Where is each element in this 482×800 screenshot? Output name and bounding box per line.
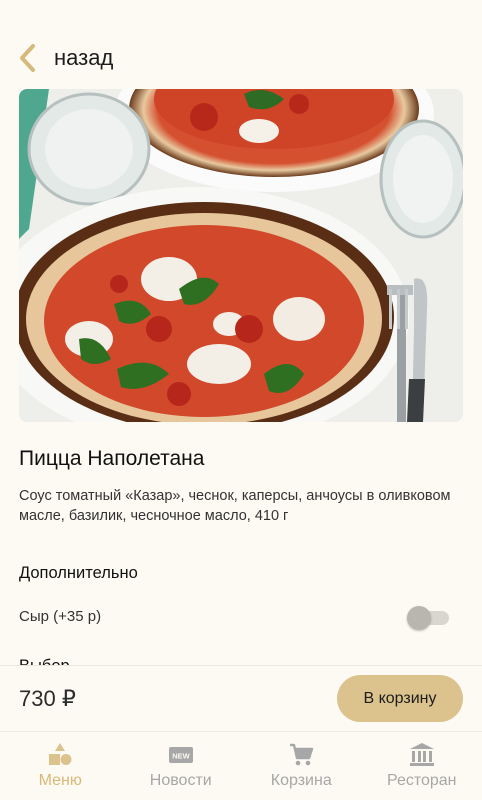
extras-section-title: Дополнительно <box>19 564 138 582</box>
product-photo <box>19 89 463 422</box>
nav-label: Корзина <box>270 772 332 789</box>
nav-item-menu[interactable]: Меню <box>0 732 121 800</box>
bottom-nav: Меню NEW Новости Корзина Ресторан <box>0 731 482 800</box>
nav-label: Ресторан <box>386 772 457 789</box>
nav-label: Новости <box>149 772 212 789</box>
cart-icon <box>290 743 314 766</box>
add-to-cart-button[interactable]: В корзину <box>337 675 463 722</box>
nav-item-cart[interactable]: Корзина <box>241 732 362 800</box>
pizza-photo-illustration <box>19 89 463 422</box>
extra-cheese-toggle[interactable] <box>407 604 451 630</box>
product-description: Соус томатный «Казар», чеснок, каперсы, … <box>19 488 451 524</box>
building-icon <box>409 743 434 766</box>
toggle-thumb <box>407 606 431 630</box>
price-label: 730 ₽ <box>19 686 76 711</box>
product-title: Пицца Наполетана <box>19 447 205 470</box>
nav-item-restaurant[interactable]: Ресторан <box>362 732 482 800</box>
product-screen: назад Пицца Наполетана Соус томатный «Ка… <box>0 0 482 800</box>
extra-option-row: Сыр (+35 р) <box>19 600 451 632</box>
new-badge-icon: NEW <box>168 747 193 763</box>
chevron-left-icon <box>20 44 35 72</box>
extra-option-label: Сыр (+35 р) <box>19 607 102 625</box>
nav-item-news[interactable]: NEW Новости <box>121 732 242 800</box>
checkout-bar: 730 ₽ В корзину <box>0 665 482 731</box>
back-button[interactable]: назад <box>16 41 113 75</box>
nav-label: Меню <box>38 772 82 789</box>
back-label: назад <box>54 45 114 70</box>
menu-shapes-icon <box>49 743 72 765</box>
svg-text:NEW: NEW <box>172 752 190 761</box>
header: назад <box>0 30 482 86</box>
